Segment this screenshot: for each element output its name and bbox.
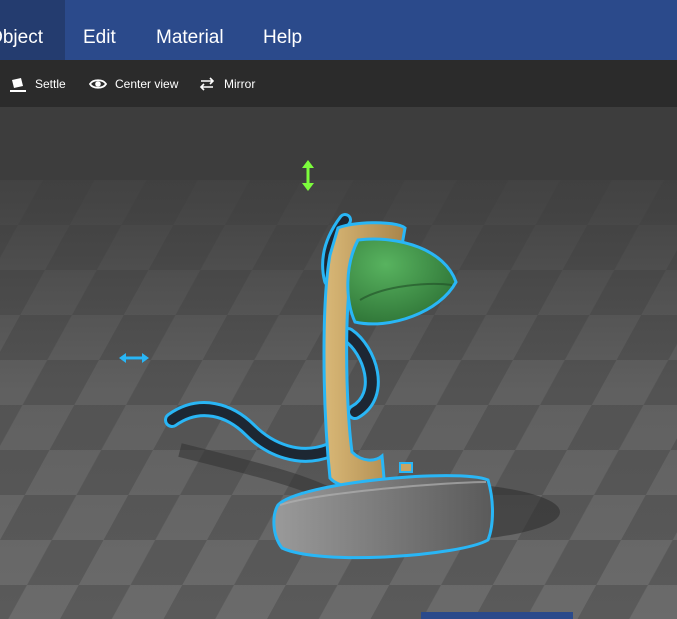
center-view-label: Center view bbox=[115, 76, 179, 91]
menu-edit-label: Edit bbox=[83, 27, 116, 48]
menu-object[interactable]: Object bbox=[0, 0, 65, 60]
menu-material-label: Material bbox=[156, 27, 224, 48]
center-view-button[interactable]: Center view bbox=[89, 60, 178, 107]
settle-cube-icon bbox=[9, 75, 27, 93]
eye-icon bbox=[89, 75, 107, 93]
menu-edit[interactable]: Edit bbox=[83, 0, 116, 60]
settle-button[interactable]: Settle bbox=[9, 60, 66, 107]
mirror-button[interactable]: Mirror bbox=[198, 60, 255, 107]
bottom-panel-tab[interactable] bbox=[421, 612, 573, 619]
toolbar: Settle Center view Mirror bbox=[0, 60, 677, 107]
menu-help-label: Help bbox=[263, 27, 303, 48]
menu-bar: Object Edit Material Help bbox=[0, 0, 677, 60]
menu-material[interactable]: Material bbox=[156, 0, 224, 60]
swap-arrows-icon bbox=[198, 75, 216, 93]
scene-canvas bbox=[0, 107, 677, 619]
settle-label: Settle bbox=[35, 76, 66, 91]
mirror-label: Mirror bbox=[224, 76, 256, 91]
3d-viewport[interactable] bbox=[0, 107, 677, 619]
menu-help[interactable]: Help bbox=[263, 0, 302, 60]
